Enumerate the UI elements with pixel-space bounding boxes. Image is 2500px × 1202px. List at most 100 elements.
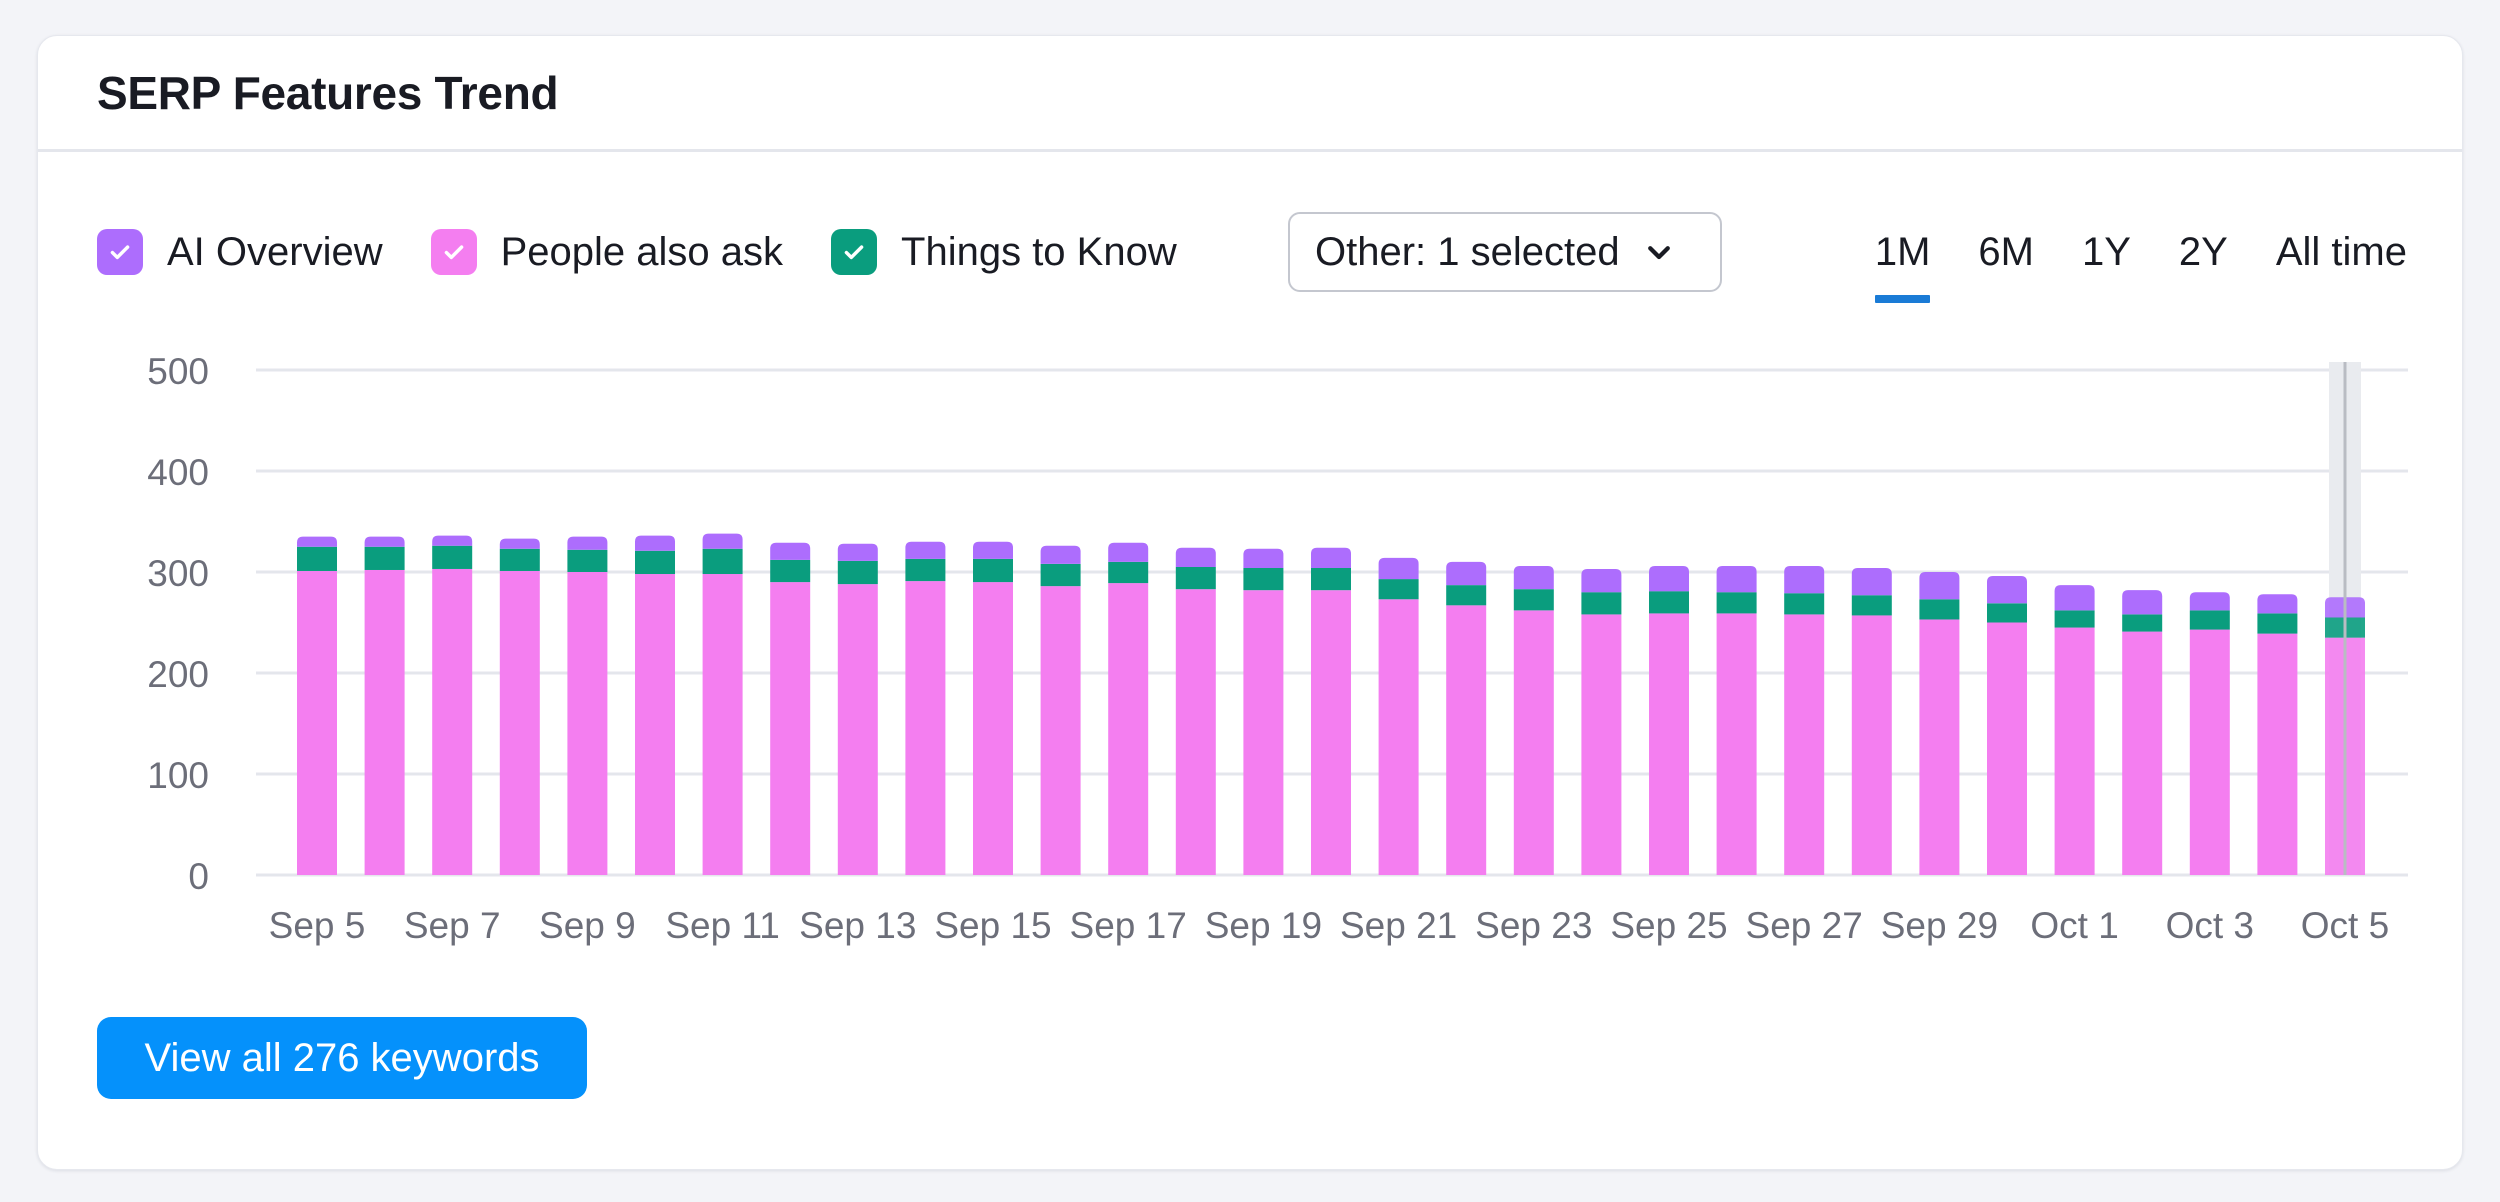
bar-ai-overview [837, 543, 878, 561]
bar-things-to-know [1311, 567, 1351, 591]
bar-things-to-know [432, 545, 473, 569]
bar-people-also-ask [1446, 605, 1487, 875]
bar-people-also-ask [1243, 590, 1284, 875]
bar-ai-overview [1784, 565, 1825, 594]
bar-things-to-know [1581, 592, 1622, 615]
bar-ai-overview [2054, 585, 2095, 611]
bar-people-also-ask [1716, 613, 1757, 875]
bar-people-also-ask [1175, 589, 1216, 875]
bar-people-also-ask [837, 584, 878, 875]
bar-ai-overview [1919, 572, 1960, 600]
x-tick-label: Sep 13 [799, 905, 916, 946]
bar-ai-overview [1513, 565, 1554, 590]
x-tick-label: Sep 7 [404, 905, 501, 946]
bar-ai-overview [973, 541, 1013, 559]
x-tick-label: Sep 23 [1475, 905, 1592, 946]
bar-things-to-know [2257, 613, 2298, 634]
bar-people-also-ask [1649, 613, 1689, 875]
bar-things-to-know [1446, 585, 1487, 606]
bar-ai-overview [2122, 590, 2163, 615]
x-tick-label: Oct 1 [2030, 905, 2118, 946]
bar-people-also-ask [1987, 622, 2027, 875]
bar-things-to-know [702, 548, 743, 575]
bar-things-to-know [1987, 603, 2027, 623]
bar-ai-overview [770, 542, 811, 560]
view-all-keywords-button[interactable]: View all 276 keywords [97, 1017, 587, 1099]
x-tick-label: Sep 15 [934, 905, 1051, 946]
bar-things-to-know [297, 546, 337, 571]
bar-ai-overview [1311, 547, 1351, 568]
bar-ai-overview [1378, 557, 1419, 580]
bar-people-also-ask [905, 581, 946, 875]
bar-things-to-know [364, 546, 405, 570]
bar-things-to-know [1175, 566, 1216, 590]
bar-things-to-know [973, 558, 1013, 583]
bar-ai-overview [635, 535, 675, 551]
bar-ai-overview [499, 538, 540, 549]
bar-people-also-ask [499, 570, 540, 875]
y-tick-label: 500 [147, 351, 209, 392]
serp-trend-chart: 0 100 200 300 400 500 Sep 5 Sep 7 Sep 9 Sep 11 Sep… [147, 351, 2408, 946]
bar-people-also-ask [702, 574, 743, 875]
bar-people-also-ask [635, 574, 675, 875]
bar-ai-overview [1446, 561, 1487, 586]
x-tick-label: Sep 25 [1610, 905, 1727, 946]
x-tick-label: Oct 5 [2301, 905, 2389, 946]
bar-ai-overview [1987, 576, 2027, 604]
bar-things-to-know [1040, 563, 1081, 587]
bar-ai-overview [1649, 565, 1689, 592]
bar-ai-overview [1175, 547, 1216, 567]
bar-things-to-know [499, 548, 540, 571]
bar-people-also-ask [1581, 614, 1622, 875]
x-tick-label: Sep 19 [1205, 905, 1322, 946]
bar-people-also-ask [2257, 633, 2298, 875]
bar-people-also-ask [770, 582, 811, 875]
x-tick-label: Sep 9 [539, 905, 636, 946]
bar-people-also-ask [2054, 627, 2095, 875]
bar-things-to-know [1716, 592, 1757, 614]
bar-things-to-know [635, 550, 675, 575]
x-tick-label: Sep 17 [1070, 905, 1187, 946]
bar-ai-overview [702, 533, 743, 549]
bar-things-to-know [2054, 610, 2095, 628]
bar-ai-overview [1243, 548, 1284, 568]
bar-things-to-know [905, 558, 946, 582]
bar-ai-overview [567, 536, 608, 550]
bar-people-also-ask [2122, 631, 2163, 875]
bar-ai-overview [1581, 568, 1622, 593]
bar-things-to-know [837, 560, 878, 585]
bar-people-also-ask [1784, 614, 1825, 875]
bar-things-to-know [1649, 591, 1689, 614]
bar-people-also-ask [1311, 590, 1351, 875]
bar-things-to-know [770, 559, 811, 583]
bar-people-also-ask [1378, 599, 1419, 875]
bar-ai-overview [1040, 545, 1081, 564]
x-tick-label: Sep 11 [665, 905, 780, 946]
bar-things-to-know [1108, 561, 1149, 584]
x-tick-label: Oct 3 [2166, 905, 2254, 946]
x-tick-label: Sep 27 [1746, 905, 1863, 946]
bar-ai-overview [1851, 567, 1892, 596]
x-tick-label: Sep 5 [269, 905, 366, 946]
bar-ai-overview [1716, 565, 1757, 593]
bar-ai-overview [432, 535, 473, 546]
bar-things-to-know [2189, 610, 2230, 630]
x-tick-label: Sep 29 [1881, 905, 1998, 946]
bar-ai-overview [2257, 594, 2298, 614]
y-tick-label: 100 [147, 755, 209, 796]
bar-things-to-know [567, 549, 608, 572]
bar-ai-overview [364, 536, 405, 547]
bar-people-also-ask [1851, 615, 1892, 875]
bar-things-to-know [1851, 595, 1892, 616]
bar-things-to-know [1513, 589, 1554, 611]
y-tick-label: 0 [188, 856, 209, 897]
y-tick-label: 400 [147, 452, 209, 493]
bar-people-also-ask [364, 569, 405, 875]
bar-people-also-ask [1919, 619, 1960, 875]
bar-things-to-know [2122, 614, 2163, 632]
bar-things-to-know [1919, 599, 1960, 620]
bar-people-also-ask [1108, 583, 1149, 875]
y-tick-label: 300 [147, 553, 209, 594]
bar-ai-overview [1108, 542, 1149, 562]
bar-people-also-ask [1513, 610, 1554, 875]
